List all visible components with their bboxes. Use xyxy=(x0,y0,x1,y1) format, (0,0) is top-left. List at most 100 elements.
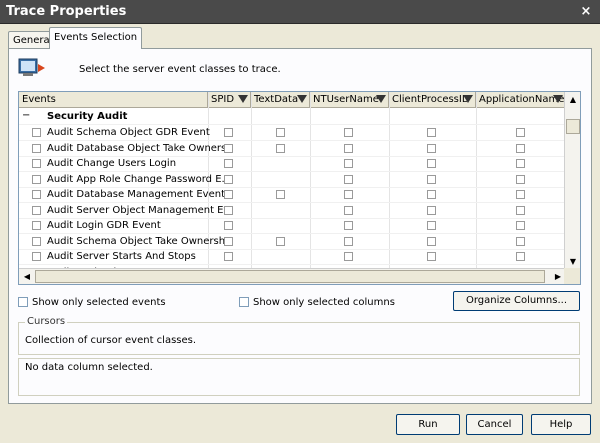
row-select-checkbox[interactable] xyxy=(32,205,41,215)
column-checkbox[interactable] xyxy=(516,143,525,153)
column-checkbox[interactable] xyxy=(344,221,353,230)
run-button[interactable]: Run xyxy=(396,414,460,435)
column-checkbox[interactable] xyxy=(344,236,353,246)
column-checkbox[interactable] xyxy=(516,174,525,184)
column-checkbox[interactable] xyxy=(427,205,436,215)
event-name: Audit Database Object Take Owners... xyxy=(47,142,227,154)
column-checkbox[interactable] xyxy=(516,252,525,261)
event-name: Audit Database Management Event xyxy=(47,189,225,200)
column-header-spid[interactable]: SPID xyxy=(208,92,251,108)
column-header-label: ApplicationName xyxy=(479,94,565,105)
show-selected-columns-checkbox[interactable] xyxy=(239,297,249,307)
filter-icon[interactable] xyxy=(297,95,307,103)
events-grid[interactable]: Events SPID TextData NTUserName ClientPr… xyxy=(18,91,581,285)
row-select-checkbox[interactable] xyxy=(32,221,41,230)
scroll-thumb[interactable] xyxy=(35,270,545,283)
horizontal-scrollbar[interactable]: ◀ ▶ xyxy=(19,268,566,284)
table-row[interactable]: Audit Server Object Management Ev... xyxy=(19,203,564,219)
tab-events-selection[interactable]: Events Selection xyxy=(49,27,143,49)
column-header-ntusername[interactable]: NTUserName xyxy=(310,92,389,108)
column-checkbox[interactable] xyxy=(516,159,525,168)
column-checkbox[interactable] xyxy=(344,190,353,199)
column-checkbox[interactable] xyxy=(427,159,436,168)
row-select-checkbox[interactable] xyxy=(32,190,41,199)
column-checkbox[interactable] xyxy=(344,128,353,137)
column-header-label: NTUserName xyxy=(313,94,379,105)
vertical-scrollbar[interactable]: ▲ ▼ xyxy=(564,92,580,270)
column-checkbox[interactable] xyxy=(224,221,233,230)
column-checkbox[interactable] xyxy=(516,190,525,199)
collapse-icon[interactable]: − xyxy=(22,111,30,121)
table-row[interactable]: Audit Change Users Login xyxy=(19,156,564,172)
column-checkbox[interactable] xyxy=(516,236,525,246)
table-row[interactable]: Audit Schema Object GDR Event xyxy=(19,125,564,141)
column-checkbox[interactable] xyxy=(224,128,233,137)
window-title: Trace Properties xyxy=(6,4,127,19)
column-header-label: ClientProcessID xyxy=(392,94,470,105)
column-checkbox[interactable] xyxy=(427,174,436,184)
scroll-up-icon[interactable]: ▲ xyxy=(566,93,580,107)
column-checkbox[interactable] xyxy=(427,128,436,137)
column-checkbox[interactable] xyxy=(224,205,233,215)
column-info-group: No data column selected. xyxy=(18,358,580,396)
column-checkbox[interactable] xyxy=(224,190,233,199)
column-checkbox[interactable] xyxy=(276,128,285,137)
table-row[interactable]: Audit Server Starts And Stops xyxy=(19,249,564,265)
organize-columns-button[interactable]: Organize Columns... xyxy=(453,291,580,311)
column-checkbox[interactable] xyxy=(427,143,436,153)
table-row[interactable]: Audit Schema Object Take Ownersh... xyxy=(19,234,564,250)
group-label: Security Audit xyxy=(47,111,128,122)
column-checkbox[interactable] xyxy=(516,205,525,215)
column-checkbox[interactable] xyxy=(276,143,285,153)
column-checkbox[interactable] xyxy=(427,221,436,230)
column-header-applicationname[interactable]: ApplicationName xyxy=(476,92,566,108)
column-header-clientprocessid[interactable]: ClientProcessID xyxy=(389,92,476,108)
column-checkbox[interactable] xyxy=(427,190,436,199)
column-checkbox[interactable] xyxy=(427,236,436,246)
cancel-button[interactable]: Cancel xyxy=(466,414,523,435)
event-name: Audit Change Users Login xyxy=(47,158,177,169)
row-select-checkbox[interactable] xyxy=(32,128,41,137)
row-select-checkbox[interactable] xyxy=(32,236,41,246)
scroll-right-icon[interactable]: ▶ xyxy=(551,270,565,284)
row-select-checkbox[interactable] xyxy=(32,252,41,261)
filter-icon[interactable] xyxy=(463,95,473,103)
show-selected-events-checkbox[interactable] xyxy=(18,297,28,307)
row-select-checkbox[interactable] xyxy=(32,174,41,184)
column-checkbox[interactable] xyxy=(427,252,436,261)
close-icon[interactable]: × xyxy=(578,4,594,19)
help-button[interactable]: Help xyxy=(531,414,591,435)
column-header-textdata[interactable]: TextData xyxy=(251,92,310,108)
column-checkbox[interactable] xyxy=(516,221,525,230)
scroll-down-icon[interactable]: ▼ xyxy=(566,255,580,269)
column-checkbox[interactable] xyxy=(344,252,353,261)
scroll-thumb[interactable] xyxy=(566,119,580,134)
table-row[interactable]: Audit App Role Change Password E... xyxy=(19,172,564,188)
event-name: Audit Server Starts And Stops xyxy=(47,251,196,262)
column-checkbox[interactable] xyxy=(276,190,285,199)
cursors-group: Cursors Collection of cursor event class… xyxy=(18,316,580,355)
table-row[interactable]: Audit Login GDR Event xyxy=(19,218,564,234)
event-name: Audit Server Object Management Ev... xyxy=(47,204,227,216)
column-checkbox[interactable] xyxy=(344,159,353,168)
column-checkbox[interactable] xyxy=(276,236,285,246)
column-checkbox[interactable] xyxy=(344,205,353,215)
column-checkbox[interactable] xyxy=(344,143,353,153)
scroll-left-icon[interactable]: ◀ xyxy=(20,270,34,284)
table-row[interactable]: Audit Database Object Take Owners... xyxy=(19,141,564,157)
column-checkbox[interactable] xyxy=(224,159,233,168)
column-checkbox[interactable] xyxy=(224,236,233,246)
row-select-checkbox[interactable] xyxy=(32,159,41,168)
column-checkbox[interactable] xyxy=(224,252,233,261)
filter-icon[interactable] xyxy=(553,95,563,103)
filter-icon[interactable] xyxy=(376,95,386,103)
filter-icon[interactable] xyxy=(238,95,248,103)
column-checkbox[interactable] xyxy=(344,174,353,184)
column-header-events[interactable]: Events xyxy=(19,92,208,108)
group-row-security-audit[interactable]: − Security Audit xyxy=(19,109,564,125)
table-row[interactable]: Audit Database Management Event xyxy=(19,187,564,203)
row-select-checkbox[interactable] xyxy=(32,143,41,153)
column-checkbox[interactable] xyxy=(516,128,525,137)
column-checkbox[interactable] xyxy=(224,174,233,184)
column-checkbox[interactable] xyxy=(224,143,233,153)
